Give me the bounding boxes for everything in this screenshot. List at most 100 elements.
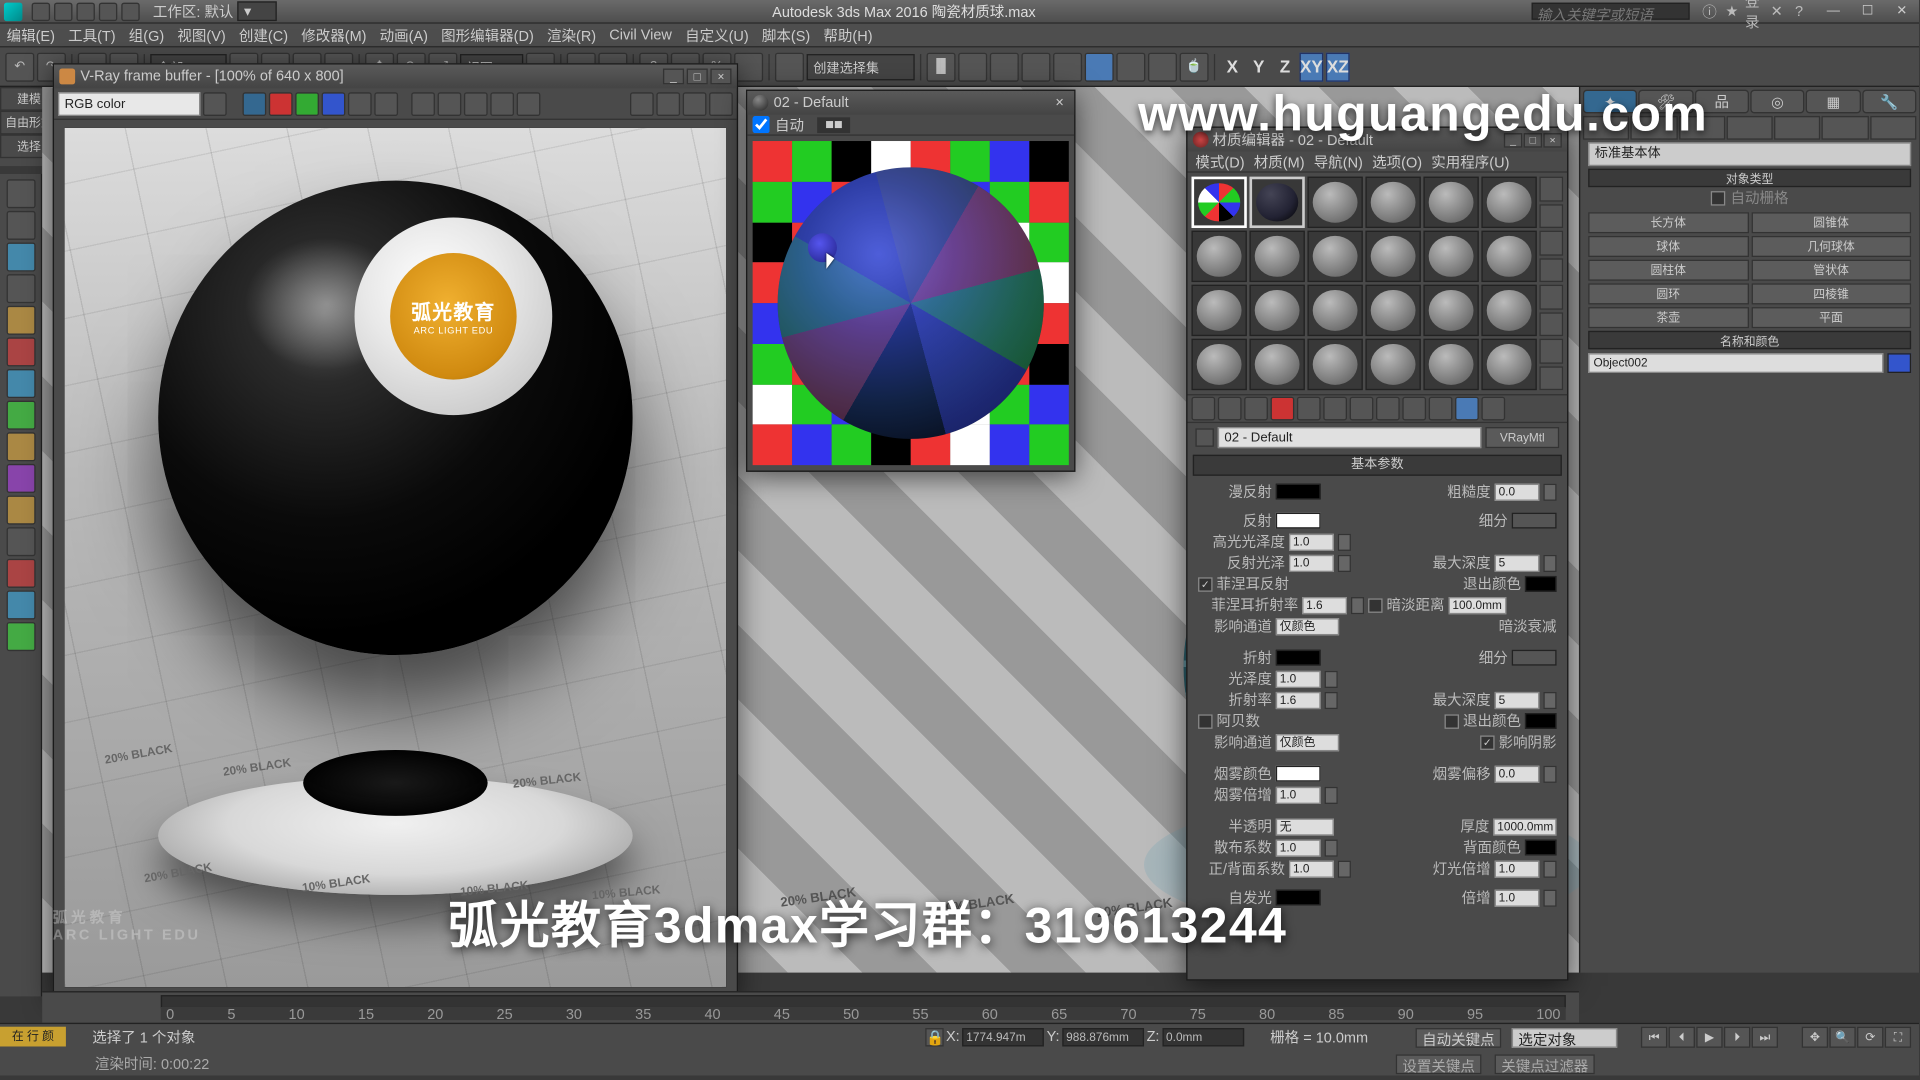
dim-dist-spinner[interactable]: 100.0mm: [1448, 596, 1506, 613]
material-slot-5[interactable]: [1423, 177, 1478, 228]
menu-group[interactable]: 组(G): [122, 22, 171, 48]
keyfilter-button[interactable]: 关键点过滤器: [1495, 1054, 1595, 1074]
menu-rendering[interactable]: 渲染(R): [540, 22, 602, 48]
menu-tools[interactable]: 工具(T): [62, 22, 123, 48]
scatter-spinner[interactable]: 1.0: [1276, 839, 1321, 856]
left-tool-6-icon[interactable]: [6, 337, 35, 366]
star-icon[interactable]: ★: [1723, 2, 1741, 20]
editnamed-icon[interactable]: [775, 52, 804, 81]
slot-side-video-icon[interactable]: [1539, 285, 1563, 309]
left-tool-1-icon[interactable]: [6, 179, 35, 208]
rollout-object-type[interactable]: 对象类型: [1588, 169, 1911, 187]
mated-menu-nav[interactable]: 导航(N): [1310, 150, 1367, 174]
prim-cone-button[interactable]: 圆锥体: [1751, 212, 1911, 233]
vfb-mono-icon[interactable]: [374, 92, 398, 116]
minimize-button[interactable]: —: [1816, 2, 1850, 20]
material-slot-16[interactable]: [1365, 285, 1420, 336]
slot-side-select-icon[interactable]: [1539, 339, 1563, 363]
prim-sphere-button[interactable]: 球体: [1588, 236, 1748, 257]
axis-y[interactable]: Y: [1247, 52, 1271, 81]
refl-gloss-spinner[interactable]: 1.0: [1289, 554, 1334, 571]
render-icon[interactable]: 🍵: [1180, 52, 1209, 81]
mated-menu-mode[interactable]: 模式(D): [1191, 150, 1248, 174]
matprev-viewport[interactable]: [753, 141, 1069, 465]
material-slot-21[interactable]: [1307, 339, 1362, 390]
infocenter-icon[interactable]: ⓘ: [1700, 2, 1718, 20]
vfb-alpha-icon[interactable]: [348, 92, 372, 116]
material-slot-14[interactable]: [1249, 285, 1304, 336]
spinner-snap-icon[interactable]: [734, 52, 763, 81]
vfb-channel-dropdown[interactable]: RGB color: [58, 92, 200, 116]
spinner-arrows-icon[interactable]: [1338, 860, 1351, 877]
fwdback-spinner[interactable]: 1.0: [1289, 860, 1334, 877]
show-end-icon[interactable]: [1429, 397, 1453, 421]
fresnel-ior-spinner[interactable]: 1.6: [1302, 596, 1347, 613]
help-icon[interactable]: ?: [1790, 2, 1808, 20]
spinner-arrows-icon[interactable]: [1338, 533, 1351, 550]
vfb-red-icon[interactable]: [269, 92, 293, 116]
helpers-subtab-icon[interactable]: [1774, 116, 1821, 140]
material-slot-1[interactable]: [1191, 177, 1246, 228]
material-name-dropdown[interactable]: 02 - Default: [1218, 427, 1482, 448]
next-frame-icon[interactable]: ⏵: [1724, 1027, 1750, 1048]
menu-edit[interactable]: 编辑(E): [0, 22, 62, 48]
nav-zoom-icon[interactable]: 🔍: [1829, 1027, 1855, 1048]
vfb-region-icon[interactable]: [464, 92, 488, 116]
spinner-arrows-icon[interactable]: [1543, 691, 1556, 708]
mirror-icon[interactable]: ▐▌: [927, 52, 956, 81]
axis-xy[interactable]: XY: [1300, 52, 1324, 81]
left-tool-5-icon[interactable]: [6, 306, 35, 335]
spinner-arrows-icon[interactable]: [1325, 691, 1338, 708]
pick-material-icon[interactable]: [1195, 428, 1213, 446]
vfb-lens-icon[interactable]: [630, 92, 654, 116]
refr-exit-swatch[interactable]: [1525, 713, 1557, 729]
matid-channel-icon[interactable]: [1376, 397, 1400, 421]
material-slot-10[interactable]: [1365, 231, 1420, 282]
prim-plane-button[interactable]: 平面: [1751, 307, 1911, 328]
material-slot-3[interactable]: [1307, 177, 1362, 228]
prev-frame-icon[interactable]: ⏴: [1669, 1027, 1695, 1048]
category-dropdown[interactable]: 标准基本体: [1588, 142, 1911, 166]
put-scene-icon[interactable]: [1218, 397, 1242, 421]
vfb-track-icon[interactable]: [438, 92, 462, 116]
spinner-arrows-icon[interactable]: [1325, 786, 1338, 803]
matprev-auto-checkbox[interactable]: [753, 116, 770, 133]
systems-subtab-icon[interactable]: [1870, 116, 1917, 140]
layers-icon[interactable]: [990, 52, 1019, 81]
goto-end-icon[interactable]: ⏭: [1752, 1027, 1778, 1048]
setkey-button[interactable]: 设置关键点: [1396, 1054, 1482, 1074]
material-slot-2[interactable]: [1249, 177, 1304, 228]
slot-side-matid-icon[interactable]: [1539, 366, 1563, 390]
fog-mult-spinner[interactable]: 1.0: [1276, 786, 1321, 803]
left-tool-14-icon[interactable]: [6, 590, 35, 619]
reset-map-icon[interactable]: [1271, 397, 1295, 421]
left-tool-8-icon[interactable]: [6, 401, 35, 430]
matprev-close-button[interactable]: ×: [1050, 95, 1068, 111]
material-slot-22[interactable]: [1365, 339, 1420, 390]
put-library-icon[interactable]: [1350, 397, 1374, 421]
align-icon[interactable]: [958, 52, 987, 81]
refl-maxdepth-spinner[interactable]: 5: [1495, 554, 1540, 571]
rollout-basic-params[interactable]: 基本参数: [1193, 455, 1562, 476]
thickness-spinner[interactable]: 1000.0mm: [1493, 818, 1556, 835]
object-name-input[interactable]: Object002: [1588, 353, 1883, 373]
autokey-button[interactable]: 自动关键点: [1416, 1027, 1502, 1047]
vfb-green-icon[interactable]: [295, 92, 319, 116]
app-icon[interactable]: [4, 2, 22, 20]
show-vp-icon[interactable]: [1402, 397, 1426, 421]
prim-geosphere-button[interactable]: 几何球体: [1751, 236, 1911, 257]
spinner-arrows-icon[interactable]: [1543, 889, 1556, 906]
search-input[interactable]: 输入关键字或短语: [1532, 3, 1690, 20]
qat-redo-icon[interactable]: [121, 2, 139, 20]
hilight-gloss-spinner[interactable]: 1.0: [1289, 533, 1334, 550]
lock-selection-icon[interactable]: 🔒: [925, 1028, 943, 1046]
slot-side-options-icon[interactable]: [1539, 312, 1563, 336]
curve-editor-icon[interactable]: [1021, 52, 1050, 81]
render-setup-icon[interactable]: [1116, 52, 1145, 81]
material-editor-icon[interactable]: [1085, 52, 1114, 81]
diffuse-swatch[interactable]: [1276, 484, 1321, 500]
material-slot-18[interactable]: [1481, 285, 1536, 336]
vfb-minimize-button[interactable]: _: [663, 69, 684, 85]
goto-start-icon[interactable]: ⏮: [1641, 1027, 1667, 1048]
vfb-blue-icon[interactable]: [322, 92, 346, 116]
